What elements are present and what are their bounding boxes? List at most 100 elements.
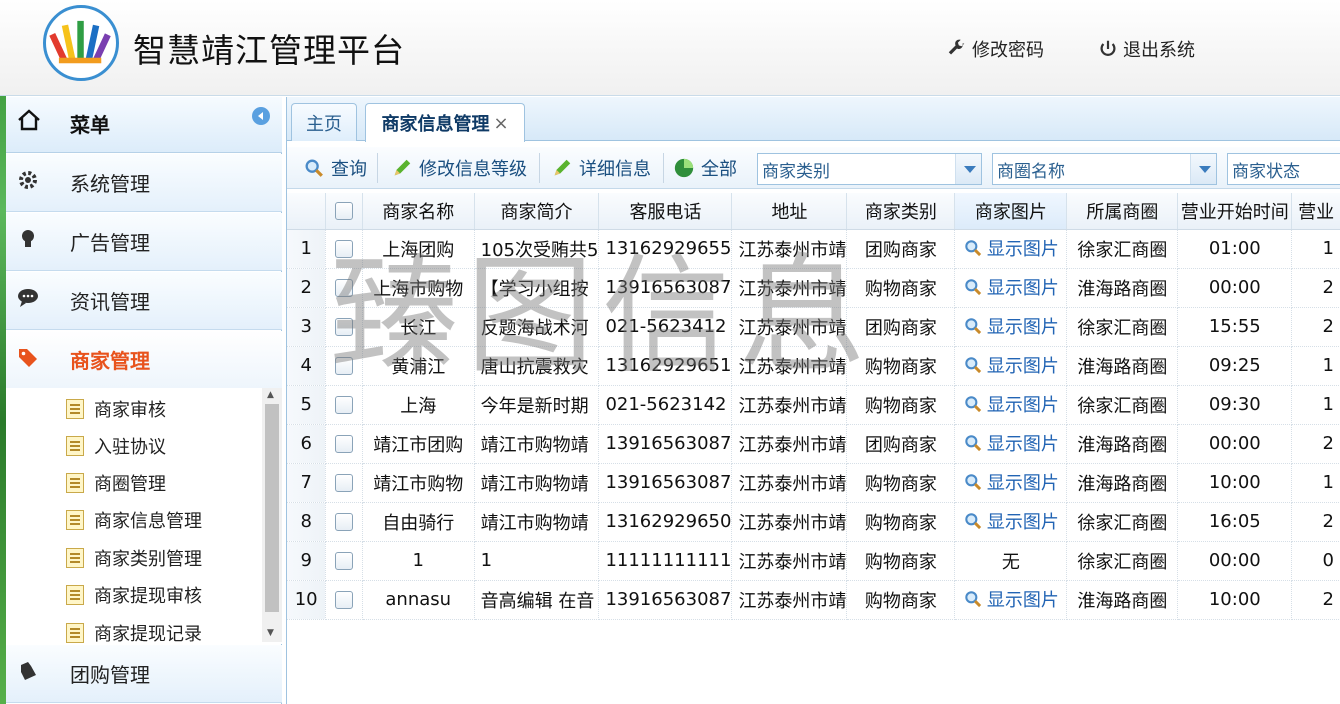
phone-cell: 13916563087: [598, 580, 733, 620]
extra-cell: 2: [1291, 424, 1340, 464]
sidebar: 菜单 系统管理 广告管理 资讯管理 商家管理 商家审核 入驻协议 商圈管理 商家…: [6, 97, 282, 704]
show-image-link[interactable]: 显示图片: [963, 586, 1059, 612]
column-header[interactable]: 营业: [1291, 193, 1340, 230]
table-row[interactable]: 3 长江 反题海战术河 021-5623412 江苏泰州市靖 团购商家 显示图片 徐家汇商圈 1…: [287, 307, 1340, 347]
scroll-down-icon[interactable]: ▼: [267, 628, 274, 638]
query-button[interactable]: 查询: [303, 153, 367, 183]
submenu-item-withdraw-review[interactable]: 商家提现审核: [66, 576, 202, 613]
open-time-cell: 00:00: [1177, 424, 1293, 464]
category-select[interactable]: 商家类别: [757, 153, 982, 185]
image-cell[interactable]: 显示图片: [954, 346, 1068, 386]
submenu-scrollbar[interactable]: ▲ ▼: [262, 388, 282, 642]
row-checkbox[interactable]: [325, 346, 363, 386]
image-cell[interactable]: 显示图片: [954, 463, 1068, 503]
tab-merchant-info[interactable]: 商家信息管理 ×: [365, 103, 525, 142]
image-cell[interactable]: 显示图片: [954, 268, 1068, 308]
district-select[interactable]: 商圈名称: [992, 153, 1217, 185]
column-header[interactable]: 商家名称: [362, 193, 475, 230]
edit-level-button[interactable]: 修改信息等级: [391, 153, 527, 183]
row-checkbox[interactable]: [325, 268, 363, 308]
show-image-link[interactable]: 显示图片: [963, 352, 1059, 378]
sidebar-item-groupbuy[interactable]: 团购管理: [6, 645, 282, 703]
close-icon[interactable]: ×: [493, 113, 508, 134]
image-cell[interactable]: 显示图片: [954, 502, 1068, 542]
show-image-label: 显示图片: [986, 472, 1059, 494]
show-image-link[interactable]: 显示图片: [963, 235, 1059, 261]
row-checkbox[interactable]: [325, 502, 363, 542]
merchant-submenu: 商家审核 入驻协议 商圈管理 商家信息管理 商家类别管理 商家提现审核 商家提现…: [6, 388, 282, 645]
district-cell: 徐家汇商圈: [1066, 541, 1179, 581]
submenu-item-merchant-info[interactable]: 商家信息管理: [66, 501, 202, 538]
image-cell[interactable]: 显示图片: [954, 424, 1068, 464]
chevron-down-icon[interactable]: [955, 154, 981, 184]
table-row[interactable]: 7 靖江市购物 靖江市购物靖 13916563087 江苏泰州市靖 购物商家 显示图片 淮海路…: [287, 463, 1340, 503]
status-select[interactable]: 商家状态: [1227, 153, 1340, 185]
row-checkbox[interactable]: [325, 229, 363, 269]
submenu-label: 入驻协议: [94, 436, 166, 458]
table-row[interactable]: 4 黄浦江 唐山抗震救灾 13162929651 江苏泰州市靖 购物商家 显示图片 淮海路商圈…: [287, 346, 1340, 386]
change-password-link[interactable]: 修改密码: [946, 36, 1044, 62]
app-header: 智慧靖江管理平台 修改密码 退出系统: [0, 0, 1340, 96]
row-checkbox[interactable]: [325, 385, 363, 425]
collapse-icon[interactable]: [252, 107, 270, 125]
row-checkbox[interactable]: [325, 463, 363, 503]
sidebar-item-ads[interactable]: 广告管理: [6, 213, 282, 271]
all-button[interactable]: 全部: [673, 153, 737, 183]
image-cell[interactable]: 显示图片: [954, 307, 1068, 347]
row-checkbox[interactable]: [325, 541, 363, 581]
image-cell[interactable]: 显示图片: [954, 229, 1068, 269]
submenu-item-category[interactable]: 商家类别管理: [66, 539, 202, 576]
app-logo: [43, 5, 119, 81]
row-checkbox[interactable]: [325, 580, 363, 620]
show-image-link[interactable]: 显示图片: [963, 430, 1059, 456]
phone-cell: 13916563087: [598, 268, 733, 308]
image-cell[interactable]: 显示图片: [954, 580, 1068, 620]
open-time-cell: 00:00: [1177, 541, 1293, 581]
column-header[interactable]: 营业开始时间: [1177, 193, 1293, 230]
column-header[interactable]: 商家类别: [846, 193, 956, 230]
row-number-header: [287, 193, 327, 230]
intro-cell: 反题海战术河: [474, 307, 600, 347]
intro-cell: 靖江市购物靖: [474, 424, 600, 464]
scroll-up-icon[interactable]: ▲: [267, 390, 274, 400]
scrollbar-thumb[interactable]: [265, 404, 279, 612]
row-checkbox[interactable]: [325, 424, 363, 464]
show-image-link[interactable]: 显示图片: [963, 469, 1059, 495]
table-row[interactable]: 2 上海市购物 【学习小组按 13916563087 江苏泰州市靖 购物商家 显示图片 淮海路…: [287, 268, 1340, 308]
show-image-link[interactable]: 显示图片: [963, 274, 1059, 300]
sidebar-item-system[interactable]: 系统管理: [6, 154, 282, 212]
address-cell: 江苏泰州市靖: [731, 580, 848, 620]
table-row[interactable]: 5 上海 今年是新时期 021-5623142 江苏泰州市靖 购物商家 显示图片 徐家汇商圈 0…: [287, 385, 1340, 425]
magnifier-icon: [965, 434, 981, 451]
show-image-link[interactable]: 显示图片: [963, 313, 1059, 339]
row-number: 8: [287, 502, 327, 542]
image-cell[interactable]: 显示图片: [954, 385, 1068, 425]
sidebar-item-news[interactable]: 资讯管理: [6, 272, 282, 330]
submenu-item-review[interactable]: 商家审核: [66, 390, 166, 427]
show-image-link[interactable]: 显示图片: [963, 508, 1059, 534]
table-row[interactable]: 9 1 1 11111111111 江苏泰州市靖 购物商家无徐家汇商圈 00:00 0: [287, 541, 1340, 581]
logout-link[interactable]: 退出系统: [1097, 36, 1195, 62]
show-image-link[interactable]: 显示图片: [963, 391, 1059, 417]
column-header[interactable]: 商家简介: [474, 193, 600, 230]
submenu-item-agreement[interactable]: 入驻协议: [66, 427, 166, 464]
extra-cell: 2: [1291, 268, 1340, 308]
name-cell: 上海市购物: [362, 268, 475, 308]
submenu-item-district[interactable]: 商圈管理: [66, 464, 166, 501]
column-header[interactable]: 商家图片: [954, 193, 1068, 230]
tab-home[interactable]: 主页: [291, 103, 357, 141]
select-all-checkbox[interactable]: [325, 193, 363, 230]
sidebar-item-merchant[interactable]: 商家管理: [6, 331, 282, 389]
table-row[interactable]: 8 自由骑行 靖江市购物靖 13162929650 江苏泰州市靖 购物商家 显示图片 徐家汇商…: [287, 502, 1340, 542]
column-header[interactable]: 地址: [731, 193, 848, 230]
chevron-down-icon[interactable]: [1190, 154, 1216, 184]
magnifier-icon: [965, 590, 981, 607]
detail-button[interactable]: 详细信息: [551, 153, 651, 183]
table-row[interactable]: 10 annasu 音高编辑 在音 13916563087 江苏泰州市靖 购物商家 显示图片…: [287, 580, 1340, 620]
table-row[interactable]: 6 靖江市团购 靖江市购物靖 13916563087 江苏泰州市靖 团购商家 显示图片 淮海路…: [287, 424, 1340, 464]
column-header[interactable]: 客服电话: [598, 193, 733, 230]
magnifier-icon: [965, 356, 981, 373]
column-header[interactable]: 所属商圈: [1066, 193, 1179, 230]
row-checkbox[interactable]: [325, 307, 363, 347]
table-row[interactable]: 1 上海团购 105次受贿共5 13162929655 江苏泰州市靖 团购商家 显示图片 徐家…: [287, 229, 1340, 269]
